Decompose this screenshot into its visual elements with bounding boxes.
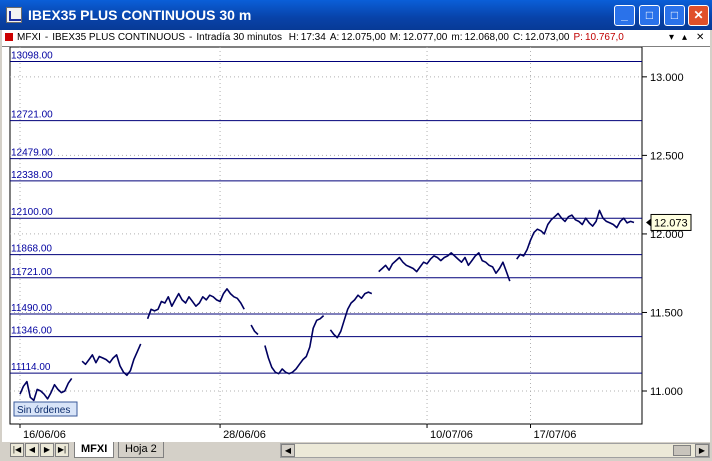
pane-down-button[interactable]: ▾: [669, 32, 674, 44]
support-level-label: 11346.00: [11, 326, 52, 337]
x-tick-label: 17/07/06: [534, 429, 577, 441]
support-level-label: 12479.00: [11, 148, 53, 159]
close-button[interactable]: ✕: [688, 5, 709, 26]
window-title: IBEX35 PLUS CONTINUOUS 30 m: [28, 7, 252, 23]
info-field-label: m:: [451, 32, 463, 43]
info-symbol: MFXI: [17, 32, 41, 43]
scroll-thumb[interactable]: [673, 445, 691, 456]
support-level-label: 13098.00: [11, 50, 53, 61]
support-level-label: 11721.00: [11, 267, 52, 278]
y-tick-label: 11.500: [650, 307, 683, 319]
info-field-value: 17:34: [300, 32, 326, 43]
support-level-label: 11490.00: [11, 303, 52, 314]
app-chart-icon[interactable]: [6, 7, 22, 23]
title-bar: IBEX35 PLUS CONTINUOUS 30 m _ □ □ ✕: [0, 0, 712, 30]
maximize-button[interactable]: □: [664, 5, 685, 26]
x-tick-label: 10/07/06: [430, 429, 473, 441]
chart-canvas: 13.00012.50012.00011.50011.00016/06/06 28…: [9, 47, 692, 441]
info-fields: H: 17:34 A: 12.075,00 M: 12.077,00 m: 12.068,00…: [289, 32, 628, 43]
horizontal-scrollbar[interactable]: ◀ ▶: [280, 443, 710, 458]
info-field-value: 10.767,0: [584, 32, 624, 43]
info-field-label: H:: [288, 32, 299, 43]
y-tick-label: 12.500: [650, 150, 684, 162]
support-level-label: 12338.00: [11, 170, 53, 181]
last-value-pointer: [646, 218, 651, 227]
minimize-button[interactable]: _: [614, 5, 635, 26]
info-field-label: C:: [512, 32, 523, 43]
info-field-label: A:: [329, 32, 340, 43]
info-period: Intradía 30 minutos: [196, 32, 282, 43]
info-separator-2: -: [189, 32, 193, 43]
quote-info-bar: MFXI - IBEX35 PLUS CONTINUOUS - Intradía 30 …: [2, 30, 710, 47]
support-level-label: 11868.00: [11, 244, 52, 255]
scroll-left-button[interactable]: ◀: [281, 444, 295, 457]
price-chart[interactable]: 13.000 12.500 12.000 11.500 11.000 16/06/06 28…: [2, 47, 710, 442]
info-separator: -: [44, 32, 49, 43]
info-instrument: IBEX35 PLUS CONTINUOUS: [52, 32, 186, 43]
tab-hoja-2[interactable]: Hoja 2: [118, 442, 164, 458]
x-tick-label: 28/06/06: [223, 429, 266, 441]
last-sheet-button[interactable]: ▶|: [55, 443, 69, 457]
sheet-bar: |◀ ◀ ▶ ▶| MFXI Hoja 2 ◀ ▶: [2, 442, 710, 459]
plot-area: [9, 47, 643, 425]
info-field-value: 12.073,00: [524, 32, 570, 43]
support-level-label: 12721.00: [11, 110, 53, 121]
first-sheet-button[interactable]: |◀: [10, 443, 24, 457]
y-tick-label: 13.000: [650, 72, 684, 84]
info-field-label: M:: [389, 32, 401, 43]
instrument-icon: [5, 33, 13, 42]
info-field-value: 12.077,00: [402, 32, 448, 43]
x-tick-label: 16/06/06: [23, 429, 66, 441]
scroll-right-button[interactable]: ▶: [695, 444, 709, 457]
restore-button[interactable]: □: [639, 5, 660, 26]
info-field-value: 12.075,00: [341, 32, 386, 43]
y-tick-label: 11.000: [650, 386, 683, 398]
last-value-label: 12.073: [654, 217, 688, 229]
info-field-value: 12.068,00: [464, 32, 509, 43]
pane-close-button[interactable]: ✕: [696, 32, 704, 44]
pane-up-button[interactable]: ▴: [682, 32, 687, 44]
support-level-label: 12100.00: [11, 207, 53, 218]
info-field-label: P:: [573, 32, 583, 43]
tab-mfxi[interactable]: MFXI: [74, 442, 115, 458]
next-sheet-button[interactable]: ▶: [40, 443, 54, 457]
orders-badge: Sin órdenes: [17, 405, 70, 416]
support-level-label: 11114.00: [11, 362, 51, 373]
prev-sheet-button[interactable]: ◀: [25, 443, 39, 457]
